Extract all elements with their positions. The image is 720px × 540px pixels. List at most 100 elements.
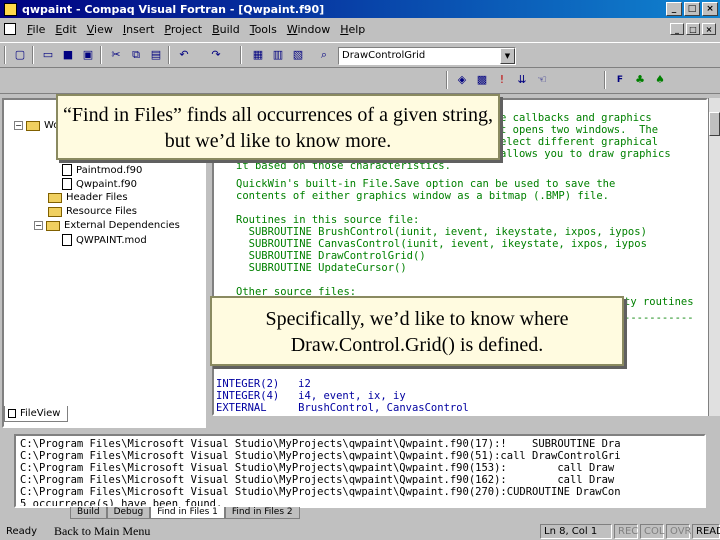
code-rule: ----------- [624, 312, 694, 324]
code-line: elect different graphical [500, 136, 659, 148]
doc-restore-button[interactable]: □ [686, 23, 700, 35]
code-line: INTEGER(4) i4, event, ix, iy [216, 390, 406, 402]
menu-insert[interactable]: Insert [118, 23, 160, 36]
open-icon[interactable]: ▭ [40, 47, 56, 63]
doc-minimize-button[interactable]: _ [670, 23, 684, 35]
tree-item-header-files[interactable]: Header Files [48, 192, 128, 203]
callout-find-in-files: “Find in Files” finds all occurrences of… [56, 94, 500, 160]
toolbar-grip [446, 71, 448, 89]
code-line: SUBROUTINE BrushControl(iunit, ievent, i… [236, 226, 647, 238]
folder-icon [48, 206, 62, 217]
code-line: INTEGER(2) i2 [216, 378, 311, 390]
tree-item-qwpaint-mod[interactable]: QWPAINT.mod [62, 234, 147, 246]
chevron-down-icon[interactable]: ▼ [500, 48, 515, 64]
status-ready: Ready [6, 525, 38, 537]
folder-icon [48, 192, 62, 203]
code-line: SUBROUTINE UpdateCursor() [236, 262, 407, 274]
paste-icon[interactable]: ▤ [148, 47, 164, 63]
workspace-icon [26, 120, 40, 131]
tree-icon[interactable]: ♣ [632, 72, 648, 88]
output-line[interactable]: C:\Program Files\Microsoft Visual Studio… [20, 450, 621, 462]
output-line[interactable]: C:\Program Files\Microsoft Visual Studio… [20, 486, 621, 498]
document-icon [4, 23, 16, 35]
tree-item-paintmod[interactable]: Paintmod.f90 [62, 164, 142, 176]
cut-icon[interactable]: ✂ [108, 47, 124, 63]
menu-bar: File Edit View Insert Project Build Tool… [0, 18, 720, 40]
menu-view[interactable]: View [82, 23, 118, 36]
title-bar: qwpaint - Compaq Visual Fortran - [Qwpai… [0, 0, 720, 18]
minimize-button[interactable]: _ [666, 2, 682, 16]
output-line[interactable]: C:\Program Files\Microsoft Visual Studio… [20, 438, 621, 450]
menu-edit[interactable]: Edit [50, 23, 81, 36]
tree-alt-icon[interactable]: ♠ [652, 72, 668, 88]
maximize-button[interactable]: □ [684, 2, 700, 16]
tree-item-resource-files[interactable]: Resource Files [48, 206, 137, 217]
collapse-icon[interactable]: − [14, 121, 23, 130]
menu-project[interactable]: Project [159, 23, 207, 36]
code-line: SUBROUTINE CanvasControl(iunit, ievent, … [236, 238, 647, 250]
toolbar-separator [32, 46, 34, 64]
menu-window[interactable]: Window [282, 23, 335, 36]
code-line: allows you to draw graphics [500, 148, 671, 160]
code-line: t opens two windows. The [500, 124, 659, 136]
build-toolbar: ◈ ▩ ! ⇊ ☜ F ♣ ♠ [0, 68, 720, 94]
output-window[interactable]: C:\Program Files\Microsoft Visual Studio… [14, 434, 706, 508]
redo-icon[interactable]: ↷ [208, 47, 224, 63]
tab-fileview[interactable]: FileView [4, 406, 68, 422]
file-icon [62, 234, 72, 246]
rec-indicator: REC [614, 524, 638, 539]
build-icon[interactable]: ▩ [474, 72, 490, 88]
save-icon[interactable]: ■ [60, 47, 76, 63]
menu-file[interactable]: File [22, 23, 50, 36]
app-icon [4, 2, 17, 16]
window-title: qwpaint - Compaq Visual Fortran - [Qwpai… [22, 2, 325, 16]
tree-item-qwpaint[interactable]: Qwpaint.f90 [62, 178, 137, 190]
code-line: QuickWin's built-in File.Save option can… [236, 178, 616, 190]
back-to-main-menu-link[interactable]: Back to Main Menu [54, 524, 150, 539]
code-line: ty routines [624, 296, 694, 308]
new-icon[interactable]: ▢ [12, 47, 28, 63]
code-line: EXTERNAL BrushControl, CanvasControl [216, 402, 469, 414]
code-line: e callbacks and graphics [500, 112, 652, 124]
output-line[interactable]: C:\Program Files\Microsoft Visual Studio… [20, 462, 614, 474]
callout-definition: Specifically, we’d like to know where Dr… [210, 296, 624, 366]
scrollbar-thumb[interactable] [709, 112, 720, 136]
workspace-icon[interactable]: ▦ [250, 47, 266, 63]
output-line[interactable]: C:\Program Files\Microsoft Visual Studio… [20, 474, 614, 486]
function-combo-value: DrawControlGrid [342, 50, 426, 61]
compile-icon[interactable]: ◈ [454, 72, 470, 88]
tab-debug[interactable]: Debug [106, 507, 151, 519]
doc-close-button[interactable]: × [702, 23, 716, 35]
collapse-icon[interactable]: − [34, 221, 43, 230]
save-all-icon[interactable]: ▣ [80, 47, 96, 63]
standard-toolbar: ▢ ▭ ■ ▣ ✂ ⧉ ▤ ↶ ↷ ▦ ▥ ▧ ⌕ DrawControlGri… [0, 42, 720, 68]
copy-icon[interactable]: ⧉ [128, 47, 144, 63]
go-icon[interactable]: ⇊ [514, 72, 530, 88]
tab-find-in-files-2[interactable]: Find in Files 2 [224, 507, 300, 519]
undo-icon[interactable]: ↶ [176, 47, 192, 63]
function-combo[interactable]: DrawControlGrid ▼ [338, 47, 516, 65]
toolbar-separator [168, 46, 170, 64]
editor-scrollbar[interactable] [708, 98, 720, 416]
workspace-root[interactable]: − Wo [14, 120, 59, 131]
window-list-icon[interactable]: ▧ [290, 47, 306, 63]
toolbar-grip [4, 46, 6, 64]
close-button[interactable]: × [702, 2, 718, 16]
col-indicator: COL [640, 524, 664, 539]
tree-item-external-dependencies[interactable]: − External Dependencies [34, 220, 180, 231]
ovr-indicator: OVR [666, 524, 691, 539]
code-line: contents of either graphics window as a … [236, 190, 609, 202]
toolbar-separator [604, 71, 606, 89]
find-in-files-icon[interactable]: ⌕ [316, 47, 332, 63]
toolbar-separator [240, 46, 242, 64]
stop-icon[interactable]: ! [494, 72, 510, 88]
breakpoint-icon[interactable]: ☜ [534, 72, 550, 88]
menu-build[interactable]: Build [207, 23, 245, 36]
output-icon[interactable]: ▥ [270, 47, 286, 63]
menu-help[interactable]: Help [335, 23, 370, 36]
fortran-icon[interactable]: F [612, 72, 628, 88]
tab-find-in-files-1[interactable]: Find in Files 1 [150, 507, 225, 519]
tab-build[interactable]: Build [70, 507, 107, 519]
cursor-position: Ln 8, Col 1 [540, 524, 612, 539]
menu-tools[interactable]: Tools [245, 23, 282, 36]
